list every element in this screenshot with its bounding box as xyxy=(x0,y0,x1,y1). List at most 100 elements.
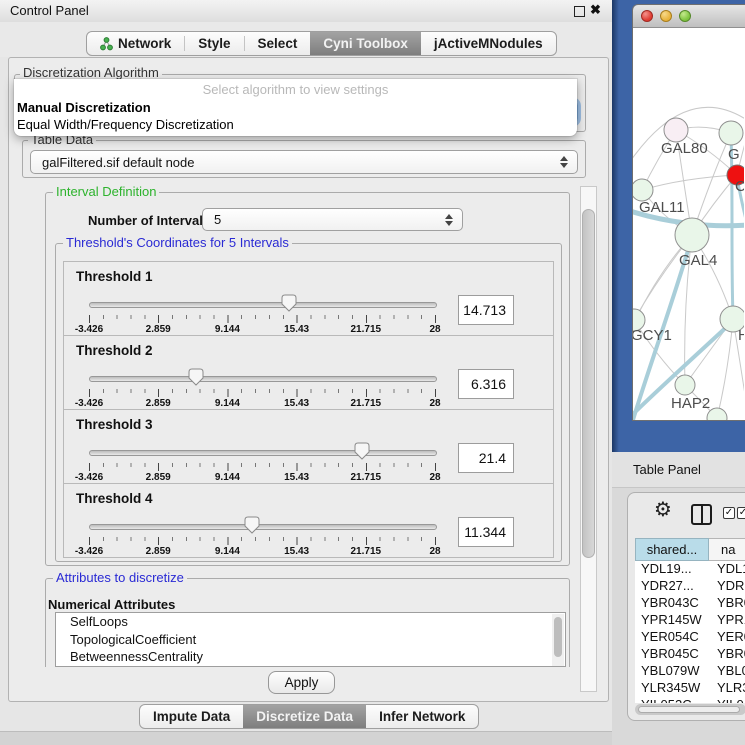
slider-thumb[interactable] xyxy=(188,368,204,386)
threshold-3-label: Threshold 3 xyxy=(76,417,153,432)
node[interactable] xyxy=(719,121,743,145)
table-row[interactable]: YPR145WYPR1 xyxy=(635,612,745,629)
table-row[interactable]: YDR27...YDR2 xyxy=(635,578,745,595)
table-header-row: shared... na xyxy=(635,538,745,561)
node[interactable] xyxy=(675,218,709,252)
slider-track[interactable] xyxy=(89,524,437,530)
threshold-4-slider[interactable] xyxy=(89,515,435,537)
node-label: GCY1 xyxy=(633,327,672,344)
table-row[interactable]: YER054CYER0 xyxy=(635,629,745,646)
node-label-partial: H xyxy=(738,327,744,344)
column-header-name[interactable]: na xyxy=(709,538,745,561)
threshold-4-value-field[interactable]: 11.344 xyxy=(458,517,514,547)
numerical-attributes-list[interactable]: SelfLoops TopologicalCoefficient Between… xyxy=(55,612,566,667)
table-row[interactable]: YIL052CYIL0 xyxy=(635,697,745,703)
list-scrollbar[interactable] xyxy=(552,614,564,667)
minimize-traffic-icon[interactable] xyxy=(660,10,672,22)
algorithm-group-label: Discretization Algorithm xyxy=(20,66,162,80)
node[interactable] xyxy=(633,179,653,201)
slider-major-ticks xyxy=(89,537,436,545)
interval-definition-label: Interval Definition xyxy=(53,185,159,199)
tab-select[interactable]: Select xyxy=(245,32,311,55)
threshold-2-panel: Threshold 2 -3.426 2.859 9.144 15.43 21.… xyxy=(63,335,554,410)
list-item[interactable]: BetweennessCentrality xyxy=(56,648,565,666)
tab-network[interactable]: Network xyxy=(87,32,184,55)
threshold-1-panel: Threshold 1 -3.426 2.859 9.144 15.43 21.… xyxy=(63,261,554,336)
node-label: GAL80 xyxy=(661,140,708,157)
split-view-icon[interactable] xyxy=(691,504,712,525)
scrollbar-thumb[interactable] xyxy=(638,706,740,713)
scrollbar-thumb[interactable] xyxy=(582,209,595,558)
gear-icon[interactable]: ⚙ xyxy=(654,497,672,521)
network-window-titlebar xyxy=(633,5,745,28)
tab-cyni-toolbox[interactable]: Cyni Toolbox xyxy=(310,32,421,55)
bottom-tab-bar: Impute Data Discretize Data Infer Networ… xyxy=(139,704,479,729)
dropdown-option-manual-discretization[interactable]: Manual Discretization xyxy=(17,100,151,115)
node[interactable] xyxy=(664,118,688,142)
table-row[interactable]: YLR345WYLR3 xyxy=(635,680,745,697)
threshold-3-slider[interactable] xyxy=(89,441,435,463)
thresholds-group-label: Threshold's Coordinates for 5 Intervals xyxy=(63,236,292,250)
checkbox-icon[interactable]: ✓ xyxy=(737,507,745,519)
threshold-4-panel: Threshold 4 -3.426 2.859 9.144 15.43 21.… xyxy=(63,483,554,558)
number-of-intervals-label: Number of Intervals xyxy=(88,213,210,228)
app-window: Control Panel ✖ Network Style Select Cyn… xyxy=(0,0,745,745)
combo-arrows-icon xyxy=(560,156,568,168)
slider-thumb[interactable] xyxy=(244,516,260,534)
table-data-combobox[interactable]: galFiltered.sif default node xyxy=(30,150,578,174)
threshold-2-label: Threshold 2 xyxy=(76,343,153,358)
close-icon[interactable]: ✖ xyxy=(590,2,601,18)
tab-discretize-data[interactable]: Discretize Data xyxy=(243,705,366,728)
combo-arrows-icon xyxy=(445,214,453,226)
checkbox-icon[interactable]: ✓ xyxy=(723,507,735,519)
threshold-3-value-field[interactable]: 21.4 xyxy=(458,443,514,473)
slider-major-ticks xyxy=(89,315,436,323)
threshold-1-slider[interactable] xyxy=(89,293,435,315)
threshold-2-slider[interactable] xyxy=(89,367,435,389)
control-panel-titlebar: Control Panel ✖ xyxy=(0,0,612,23)
dropdown-placeholder-option[interactable]: Select algorithm to view settings xyxy=(14,82,577,97)
slider-track[interactable] xyxy=(89,376,437,382)
tab-impute-data[interactable]: Impute Data xyxy=(140,705,243,728)
number-of-intervals-combobox[interactable]: 5 xyxy=(202,208,463,231)
table-row[interactable]: YBR045CYBR0 xyxy=(635,646,745,663)
slider-thumb[interactable] xyxy=(281,294,297,312)
table-row[interactable]: YBL079WYBL0 xyxy=(635,663,745,680)
slider-major-ticks xyxy=(89,463,436,471)
tab-style[interactable]: Style xyxy=(185,32,243,55)
slider-track[interactable] xyxy=(89,450,437,456)
dropdown-option-equal-width[interactable]: Equal Width/Frequency Discretization xyxy=(17,117,234,132)
threshold-1-value-field[interactable]: 14.713 xyxy=(458,295,514,325)
network-graph: GAL80 G GAL11 C GAL4 GCY1 H HAP2 xyxy=(633,28,744,421)
threshold-1-label: Threshold 1 xyxy=(76,269,153,284)
table-panel-title: Table Panel xyxy=(633,452,701,487)
list-item[interactable]: TopologicalCoefficient xyxy=(56,631,565,649)
slider-thumb[interactable] xyxy=(354,442,370,460)
node-attribute-table: shared... na YDL19...YDL1 YDR27...YDR2 Y… xyxy=(635,538,745,703)
table-horizontal-scrollbar[interactable] xyxy=(635,704,745,715)
tab-jactivemnodules[interactable]: jActiveMNodules xyxy=(421,32,556,55)
close-traffic-icon[interactable] xyxy=(641,10,653,22)
zoom-traffic-icon[interactable] xyxy=(679,10,691,22)
table-row[interactable]: YDL19...YDL1 xyxy=(635,561,745,578)
slider-major-ticks xyxy=(89,389,436,397)
apply-button[interactable]: Apply xyxy=(268,671,335,694)
list-item[interactable]: SelfLoops xyxy=(56,613,565,631)
threshold-2-value-field[interactable]: 6.316 xyxy=(458,369,514,399)
network-canvas[interactable]: GAL80 G GAL11 C GAL4 GCY1 H HAP2 xyxy=(633,28,745,421)
table-panel-titlebar: Table Panel xyxy=(612,452,745,488)
slider-tick-labels: -3.426 2.859 9.144 15.43 21.715 28 xyxy=(89,546,435,558)
list-scrollbar-thumb[interactable] xyxy=(554,617,562,657)
attributes-group-label: Attributes to discretize xyxy=(53,571,187,585)
column-header-shared-name[interactable]: shared... xyxy=(635,538,709,561)
table-data-value: galFiltered.sif default node xyxy=(42,155,194,170)
status-strip xyxy=(0,731,612,745)
tab-infer-network[interactable]: Infer Network xyxy=(366,705,478,728)
table-panel-card: ⚙ ✓ ✓ shared... na YDL19...YDL1 YDR27...… xyxy=(627,492,745,721)
node[interactable] xyxy=(675,375,695,395)
top-tab-bar: Network Style Select Cyni Toolbox jActiv… xyxy=(86,31,557,56)
slider-track[interactable] xyxy=(89,302,437,308)
float-window-icon[interactable] xyxy=(574,6,585,17)
numerical-attributes-label: Numerical Attributes xyxy=(48,597,175,612)
table-row[interactable]: YBR043CYBR0 xyxy=(635,595,745,612)
